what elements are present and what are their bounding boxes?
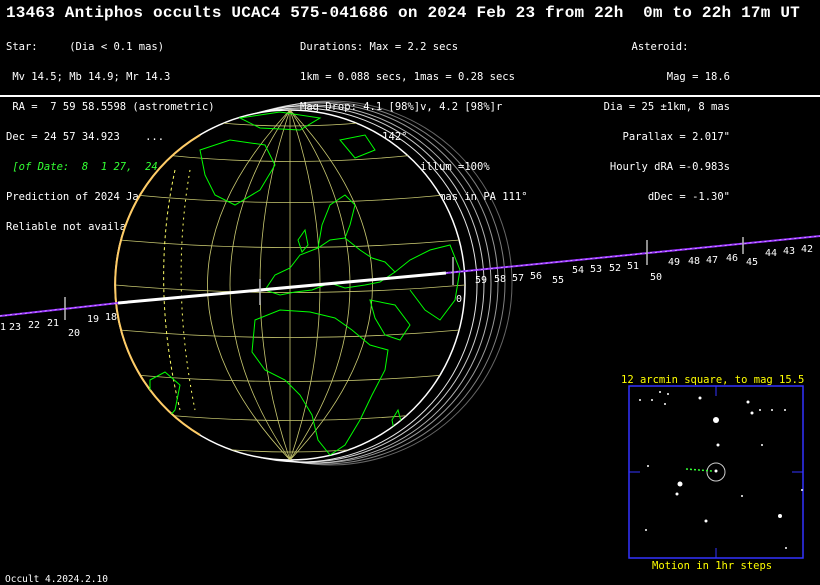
path-time-labels-left: 1 23 22 21 20 19 18: [0, 312, 117, 339]
star-magnitudes: Mv 14.5; Mb 14.9; Mr 14.3: [6, 71, 171, 83]
finder-title: 12 arcmin square, to mag 15.5: [621, 374, 805, 386]
path-time-label: 45: [746, 257, 758, 268]
path-time-label: 18: [105, 312, 117, 323]
path-time-label: 19: [87, 314, 99, 325]
path-time-label: 50: [650, 272, 662, 283]
prediction-title: 13463 Antiphos occults UCAC4 575-041686 …: [6, 4, 800, 22]
path-time-label: 23: [9, 322, 21, 333]
path-time-label: 58: [494, 274, 506, 285]
path-time-label: 53: [590, 264, 602, 275]
path-time-label: 42: [801, 244, 813, 255]
star-line: Star: (Dia < 0.1 mas): [6, 41, 165, 53]
scale-secs: 1km = 0.088 secs, 1mas = 0.28 secs: [300, 71, 515, 83]
path-time-label: 47: [706, 255, 718, 266]
path-time-label: 22: [28, 320, 40, 331]
finder-chart: [628, 385, 804, 559]
path-time-label: 57: [512, 273, 524, 284]
path-time-label: 43: [783, 246, 795, 257]
globe: [114, 109, 466, 461]
path-time-label: 48: [688, 256, 700, 267]
version-footer: Occult 4.2024.2.10: [5, 574, 108, 585]
durations: Durations: Max = 2.2 secs: [300, 41, 459, 53]
finder-footer: Motion in 1hr steps: [652, 560, 773, 572]
path-time-label: 20: [68, 328, 80, 339]
path-time-label: 46: [726, 253, 738, 264]
path-time-label: 21: [47, 318, 59, 329]
path-time-label: 55: [552, 275, 564, 286]
path-time-label: 49: [668, 257, 680, 268]
path-time-label: 56: [530, 271, 542, 282]
path-time-label: 59: [475, 275, 487, 286]
path-time-label: 44: [765, 248, 777, 259]
path-time-label: 52: [609, 263, 621, 274]
path-time-label: 0: [456, 294, 462, 305]
path-time-label: 1: [0, 322, 6, 333]
path-time-label: 51: [627, 261, 639, 272]
occultation-map: 059 58 57 56 5554 53 52 515049 48 47 46 4544 43 42 12…: [0, 100, 820, 559]
path-time-label: 54: [572, 265, 584, 276]
asteroid-mag: Mag = 18.6: [666, 71, 730, 83]
asteroid-heading: Asteroid:: [631, 41, 689, 53]
